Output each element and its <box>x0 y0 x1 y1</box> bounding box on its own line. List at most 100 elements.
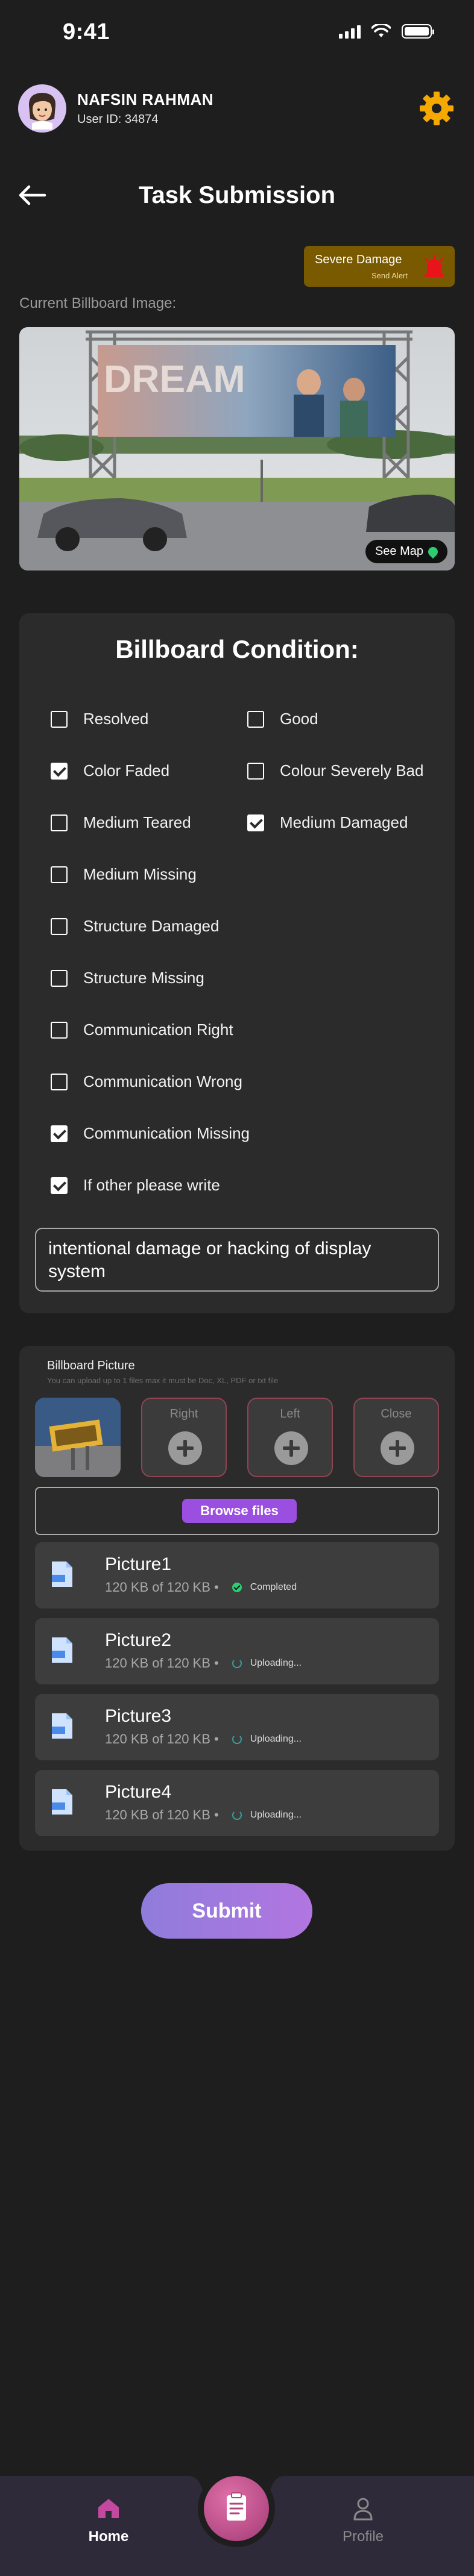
image-file-icon <box>52 1789 72 1815</box>
file-name: Picture4 <box>105 1782 172 1802</box>
user-name: NAFSIN RAHMAN <box>77 90 214 108</box>
condition-checkbox[interactable]: If other please write <box>51 1176 220 1195</box>
alert-title: Severe Damage <box>315 253 402 266</box>
condition-checkbox[interactable]: Communication Wrong <box>51 1072 242 1091</box>
upload-note: You can upload up to 1 files max it must… <box>47 1376 279 1385</box>
checkbox-empty-icon[interactable] <box>51 969 68 987</box>
submit-button[interactable]: Submit <box>141 1883 312 1939</box>
file-meta: 120 KB of 120 KB • Uploading... <box>105 1655 302 1671</box>
file-meta: 120 KB of 120 KB • Completed <box>105 1580 297 1595</box>
condition-label: Communication Right <box>83 1021 233 1039</box>
file-meta: 120 KB of 120 KB • Uploading... <box>105 1807 302 1823</box>
condition-checkbox[interactable]: Resolved <box>51 710 148 728</box>
condition-label: Medium Missing <box>83 865 197 883</box>
see-map-label: See Map <box>374 545 423 558</box>
condition-title: Billboard Condition: <box>115 635 359 663</box>
condition-label: Communication Missing <box>83 1124 250 1142</box>
other-condition-input[interactable]: intentional damage or hacking of display… <box>35 1228 439 1292</box>
gear-icon[interactable] <box>417 89 456 128</box>
condition-checkbox[interactable]: Structure Damaged <box>51 917 219 936</box>
condition-checkbox[interactable]: Medium Damaged <box>247 813 408 832</box>
severe-damage-alert-button[interactable]: Severe Damage Send Alert <box>304 246 455 287</box>
page-header: Task Submission <box>0 175 474 217</box>
condition-checkbox[interactable]: Communication Right <box>51 1021 233 1039</box>
user-profile[interactable]: NAFSIN RAHMAN User ID: 34874 <box>18 84 213 133</box>
file-status: Uploading... <box>232 1658 302 1669</box>
file-name: Picture2 <box>105 1630 172 1650</box>
condition-checkbox[interactable]: Color Faded <box>51 761 169 780</box>
add-icon <box>168 1431 202 1465</box>
checkbox-checked-icon[interactable] <box>51 1177 68 1194</box>
file-row[interactable]: Picture3 120 KB of 120 KB • Uploading... <box>35 1694 439 1760</box>
file-status-text: Uploading... <box>250 1734 302 1744</box>
slot-label-left: Left <box>280 1407 300 1421</box>
uploaded-thumbnail[interactable] <box>35 1398 121 1477</box>
file-name: Picture1 <box>105 1554 172 1574</box>
file-status-text: Uploading... <box>250 1810 302 1820</box>
nav-profile[interactable]: Profile <box>339 2496 387 2545</box>
add-icon <box>274 1431 308 1465</box>
checkbox-empty-icon[interactable] <box>51 814 68 831</box>
file-row[interactable]: Picture4 120 KB of 120 KB • Uploading... <box>35 1770 439 1836</box>
billboard-photo: DREAM See Map <box>19 327 455 571</box>
browse-files-area[interactable]: Browse files <box>35 1487 439 1535</box>
image-file-icon <box>52 1713 72 1739</box>
nav-profile-label: Profile <box>342 2528 384 2545</box>
checkbox-empty-icon[interactable] <box>247 762 264 780</box>
condition-label: Colour Severely Bad <box>280 761 424 780</box>
picture-title: Billboard Picture <box>47 1359 135 1372</box>
file-size: 120 KB of 120 KB • <box>105 1807 219 1822</box>
check-circle-icon <box>232 1583 242 1592</box>
file-row[interactable]: Picture2 120 KB of 120 KB • Uploading... <box>35 1618 439 1684</box>
siren-icon <box>425 254 444 277</box>
file-status-text: Completed <box>250 1582 297 1592</box>
billboard-picture-card: Billboard Picture You can upload up to 1… <box>19 1346 455 1851</box>
file-name: Picture3 <box>105 1706 172 1726</box>
condition-label: Structure Damaged <box>83 917 220 935</box>
billboard-sign-text: DREAM <box>104 357 245 401</box>
condition-checkbox[interactable]: Medium Missing <box>51 865 197 884</box>
upload-slot-close[interactable]: Close <box>353 1398 439 1477</box>
battery-icon <box>402 24 434 39</box>
file-row[interactable]: Picture1 120 KB of 120 KB • Completed <box>35 1542 439 1608</box>
status-icons <box>339 24 434 39</box>
image-file-icon <box>52 1637 72 1663</box>
image-file-icon <box>52 1562 72 1587</box>
condition-label: Medium Damaged <box>280 813 408 831</box>
wifi-icon <box>371 24 391 37</box>
condition-label: Communication Wrong <box>83 1072 242 1090</box>
condition-label: Resolved <box>83 710 149 728</box>
checkbox-checked-icon[interactable] <box>247 814 264 831</box>
add-icon <box>381 1431 414 1465</box>
checkbox-empty-icon[interactable] <box>247 710 264 728</box>
upload-slot-left[interactable]: Left <box>247 1398 333 1477</box>
bottom-navigation: Home Profile <box>0 2476 474 2576</box>
upload-slot-right[interactable]: Right <box>141 1398 227 1477</box>
file-size: 120 KB of 120 KB • <box>105 1655 219 1671</box>
condition-label: Medium Teared <box>83 813 191 831</box>
condition-checkbox[interactable]: Good <box>247 710 318 728</box>
condition-checkbox[interactable]: Colour Severely Bad <box>247 761 423 780</box>
slot-label-right: Right <box>169 1407 198 1421</box>
see-map-button[interactable]: See Map <box>365 540 447 563</box>
condition-checkbox[interactable]: Structure Missing <box>51 969 204 987</box>
task-fab-button[interactable] <box>204 2476 269 2541</box>
file-size: 120 KB of 120 KB • <box>105 1580 219 1595</box>
file-status: Uploading... <box>232 1810 302 1821</box>
nav-home[interactable]: Home <box>84 2496 133 2545</box>
checkbox-checked-icon[interactable] <box>51 1125 68 1142</box>
browse-files-button[interactable]: Browse files <box>182 1499 297 1523</box>
user-id: User ID: 34874 <box>77 113 159 126</box>
signal-icon <box>339 24 361 39</box>
checkbox-empty-icon[interactable] <box>51 1073 68 1090</box>
file-size: 120 KB of 120 KB • <box>105 1731 219 1746</box>
condition-checkbox[interactable]: Medium Teared <box>51 813 191 832</box>
checkbox-empty-icon[interactable] <box>51 918 68 935</box>
condition-checkbox[interactable]: Communication Missing <box>51 1124 250 1143</box>
alert-subtitle: Send Alert <box>371 271 408 280</box>
checkbox-empty-icon[interactable] <box>51 1021 68 1039</box>
checkbox-checked-icon[interactable] <box>51 762 68 780</box>
condition-label: Good <box>280 710 318 728</box>
checkbox-empty-icon[interactable] <box>51 866 68 883</box>
checkbox-empty-icon[interactable] <box>51 710 68 728</box>
